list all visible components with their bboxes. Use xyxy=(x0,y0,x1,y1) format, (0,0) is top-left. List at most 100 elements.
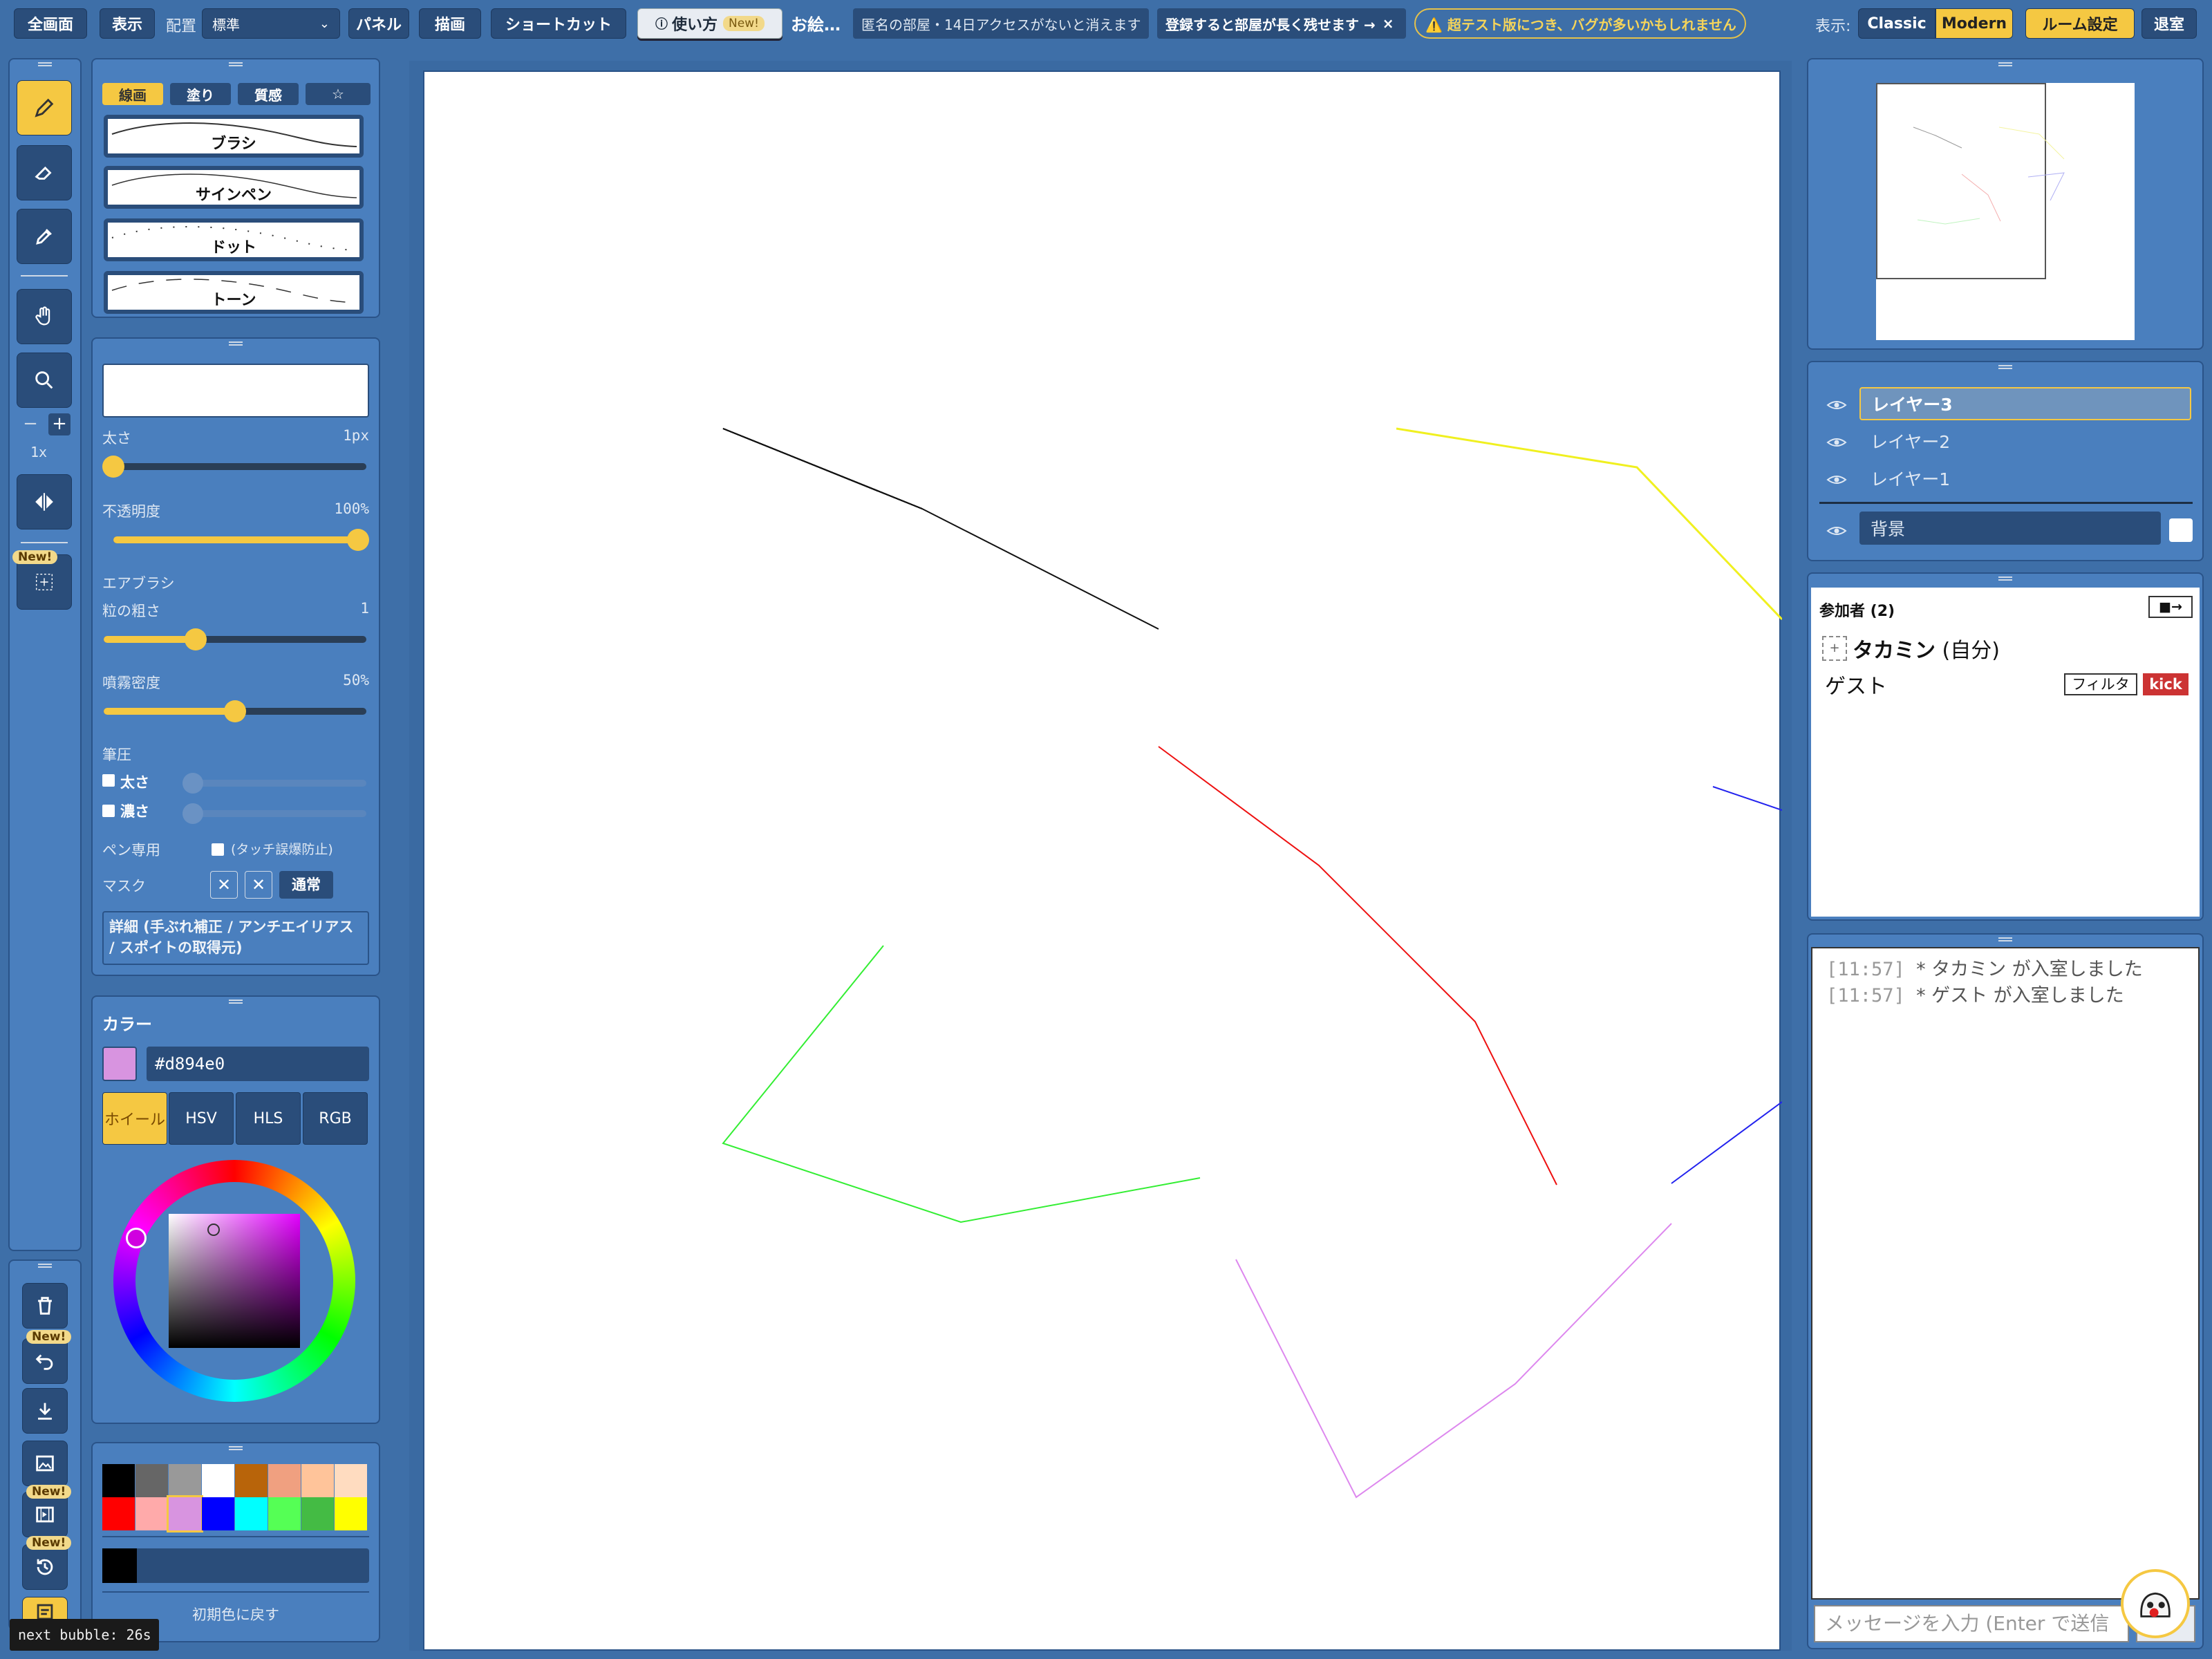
mask-option-1[interactable]: ✕ xyxy=(210,871,238,899)
palette-swatch[interactable] xyxy=(301,1497,334,1530)
palette-swatch[interactable] xyxy=(135,1497,168,1530)
palette-swatch[interactable] xyxy=(335,1497,367,1530)
tab-lineart[interactable]: 線画 xyxy=(102,83,163,105)
pen-only-checkbox[interactable] xyxy=(212,843,224,856)
palette-swatch[interactable] xyxy=(202,1497,234,1530)
drag-handle[interactable] xyxy=(1998,365,2012,369)
palette-swatch[interactable] xyxy=(235,1497,268,1530)
saturation-value-square[interactable] xyxy=(169,1214,300,1348)
drag-handle[interactable] xyxy=(1998,937,2012,941)
hand-tool[interactable] xyxy=(17,289,72,344)
filter-button[interactable]: フィルタ xyxy=(2064,673,2137,695)
room-settings-button[interactable]: ルーム設定 xyxy=(2025,8,2135,39)
detail-settings-button[interactable]: 詳細 (手ぶれ補正 / アンチエイリアス / スポイトの取得元) xyxy=(102,911,369,965)
drag-handle[interactable] xyxy=(38,62,52,66)
undo-button[interactable] xyxy=(22,1338,68,1384)
brush-item-dot[interactable]: ドット xyxy=(104,218,364,261)
tab-wheel[interactable]: ホイール xyxy=(102,1092,167,1145)
kick-button[interactable]: kick xyxy=(2143,673,2188,695)
classic-toggle[interactable]: Classic xyxy=(1858,8,1936,39)
layer-item-3[interactable]: レイヤー3 xyxy=(1859,387,2191,420)
layer-item-background[interactable]: 背景 xyxy=(1859,512,2161,545)
layer-item-1[interactable]: レイヤー1 xyxy=(1859,462,2191,495)
history-button[interactable] xyxy=(22,1544,68,1590)
palette-swatch[interactable] xyxy=(167,1495,203,1533)
palette-swatch[interactable] xyxy=(268,1497,301,1530)
palette-swatch[interactable] xyxy=(169,1464,201,1497)
palette-swatch[interactable] xyxy=(301,1464,334,1497)
zoom-in-button[interactable]: + xyxy=(48,413,71,435)
layer-item-2[interactable]: レイヤー2 xyxy=(1859,424,2191,458)
brush-item-brush[interactable]: ブラシ xyxy=(104,115,364,158)
slider-knob[interactable] xyxy=(224,700,246,722)
drag-handle[interactable] xyxy=(1998,577,2012,581)
palette-swatch[interactable] xyxy=(102,1464,135,1497)
drag-handle[interactable] xyxy=(229,62,243,66)
image-button[interactable] xyxy=(22,1441,68,1486)
tab-rgb[interactable]: RGB xyxy=(303,1092,368,1145)
eyedropper-tool[interactable] xyxy=(17,209,72,264)
exit-button[interactable]: 退室 xyxy=(2141,8,2197,39)
eye-icon[interactable] xyxy=(1826,398,1847,412)
size-slider[interactable] xyxy=(102,456,366,478)
drag-handle[interactable] xyxy=(229,341,243,346)
drag-handle[interactable] xyxy=(229,1446,243,1450)
howto-button[interactable]: ⓘ 使い方 New! xyxy=(637,8,782,39)
tab-favorites[interactable]: ☆ xyxy=(306,83,371,105)
close-icon[interactable]: × xyxy=(1382,15,1394,32)
slider-knob[interactable] xyxy=(185,628,207,650)
drawing-canvas[interactable] xyxy=(423,71,1782,1651)
mask-normal-button[interactable]: 通常 xyxy=(279,871,333,899)
tab-hls[interactable]: HLS xyxy=(236,1092,301,1145)
navigator-thumbnail[interactable] xyxy=(1876,83,2135,340)
flip-tool[interactable] xyxy=(17,474,72,529)
eye-icon[interactable] xyxy=(1826,524,1847,538)
layout-select[interactable]: 標準 ⌄ xyxy=(202,8,340,39)
tab-texture[interactable]: 質感 xyxy=(238,83,299,105)
drag-handle[interactable] xyxy=(38,1264,52,1268)
current-color-swatch[interactable] xyxy=(102,1047,137,1081)
opacity-slider[interactable] xyxy=(113,529,369,551)
hex-input[interactable]: #d894e0 xyxy=(147,1047,369,1081)
palette-swatch[interactable] xyxy=(102,1497,135,1530)
tab-fill[interactable]: 塗り xyxy=(170,83,231,105)
palette-swatch[interactable] xyxy=(202,1464,234,1497)
chat-input[interactable]: メッセージを入力 (Enter で送信 xyxy=(1814,1605,2129,1642)
sv-handle[interactable] xyxy=(207,1224,220,1236)
palette-swatch[interactable] xyxy=(135,1464,168,1497)
eraser-tool[interactable] xyxy=(17,145,72,200)
eye-icon[interactable] xyxy=(1826,435,1847,449)
tab-hsv[interactable]: HSV xyxy=(169,1092,234,1145)
grain-slider[interactable] xyxy=(104,628,366,650)
clear-button[interactable] xyxy=(22,1283,68,1329)
exit-room-icon[interactable]: ■→ xyxy=(2148,596,2193,618)
download-button[interactable] xyxy=(22,1388,68,1434)
register-link[interactable]: 登録すると部屋が長く残せます → × xyxy=(1157,8,1406,39)
background-color-swatch[interactable] xyxy=(2169,518,2193,542)
oekaki-menu[interactable]: お絵… xyxy=(791,11,841,35)
slider-knob[interactable] xyxy=(102,456,124,478)
slider-knob[interactable] xyxy=(347,529,369,551)
palette-swatch[interactable] xyxy=(268,1464,301,1497)
eye-icon[interactable] xyxy=(1826,473,1847,487)
palette-swatch[interactable] xyxy=(335,1464,367,1497)
pressure-size-checkbox[interactable] xyxy=(102,774,115,787)
custom-color-bar[interactable] xyxy=(102,1548,369,1583)
drag-handle[interactable] xyxy=(229,1000,243,1004)
hue-handle[interactable] xyxy=(126,1228,147,1248)
density-slider[interactable] xyxy=(104,700,366,722)
mascot-bubble[interactable] xyxy=(2121,1569,2190,1638)
zoom-tool[interactable] xyxy=(17,353,72,408)
panel-button[interactable]: パネル xyxy=(348,8,409,39)
drag-handle[interactable] xyxy=(1998,62,2012,66)
brush-item-tone[interactable]: トーン xyxy=(104,271,364,314)
mask-option-2[interactable]: ✕ xyxy=(245,871,272,899)
pressure-depth-checkbox[interactable] xyxy=(102,805,115,817)
modern-toggle[interactable]: Modern xyxy=(1936,8,2013,39)
pen-tool[interactable] xyxy=(17,80,72,135)
brush-item-signpen[interactable]: サインペン xyxy=(104,166,364,209)
zoom-out-button[interactable]: − xyxy=(21,415,40,434)
palette-swatch[interactable] xyxy=(235,1464,268,1497)
shortcut-button[interactable]: ショートカット xyxy=(491,8,626,39)
draw-button[interactable]: 描画 xyxy=(419,8,481,39)
